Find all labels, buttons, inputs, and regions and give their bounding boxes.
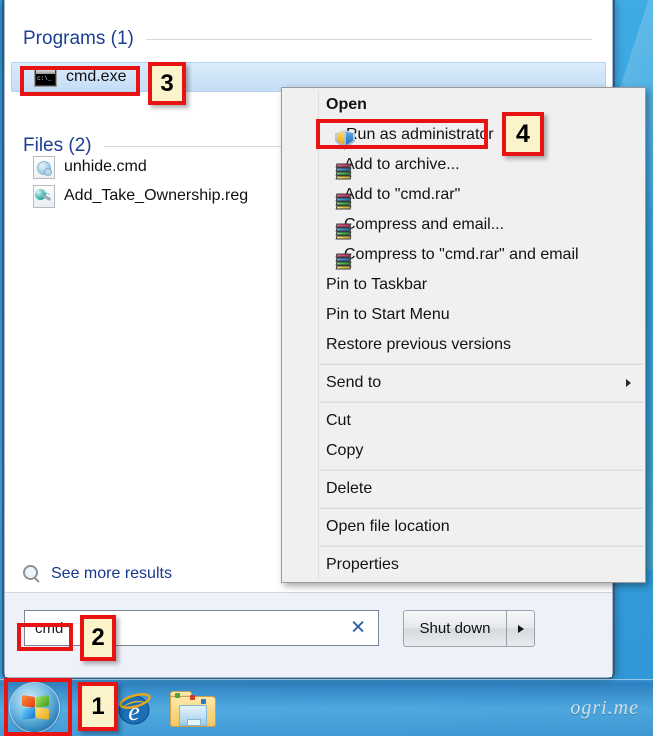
shutdown-button[interactable]: Shut down <box>403 610 507 647</box>
shutdown-button-group: Shut down <box>403 610 535 647</box>
step-callout-2: 2 <box>80 615 116 661</box>
context-menu-item-label: Add to archive... <box>344 156 460 173</box>
magnifier-icon <box>23 565 41 583</box>
context-menu-item-properties[interactable]: Properties <box>282 550 645 580</box>
context-menu-item-pin-to-start-menu[interactable]: Pin to Start Menu <box>282 300 645 330</box>
context-menu-item-open[interactable]: Open <box>282 90 645 120</box>
context-menu-item-compress-and-email[interactable]: Compress and email... <box>282 210 645 240</box>
context-menu-item-label: Open file location <box>326 518 450 535</box>
folder-dot <box>190 695 195 700</box>
context-menu-item-cut[interactable]: Cut <box>282 406 645 436</box>
folder-dot <box>201 699 206 704</box>
winrar-icon <box>335 253 353 270</box>
context-menu: Open Run as administrator Add to archive..… <box>281 87 646 583</box>
context-menu-item-label: Copy <box>326 442 364 459</box>
context-menu-items: Open Run as administrator Add to archive..… <box>282 90 645 580</box>
context-menu-item-add-to-archive[interactable]: Add to archive... <box>282 150 645 180</box>
uac-shield-icon <box>335 130 355 150</box>
windows-orb-icon-part <box>22 707 35 720</box>
context-menu-item-add-to-cmd-rar[interactable]: Add to "cmd.rar" <box>282 180 645 210</box>
context-menu-item-send-to[interactable]: Send to <box>282 368 645 398</box>
close-icon[interactable]: ✕ <box>350 619 366 638</box>
section-divider <box>145 38 592 40</box>
context-menu-item-label: Pin to Start Menu <box>326 306 450 323</box>
shutdown-options-button[interactable] <box>507 610 535 647</box>
windows-explorer-icon[interactable] <box>170 691 216 727</box>
command-prompt-icon <box>34 67 57 87</box>
context-menu-item-open-file-location[interactable]: Open file location <box>282 512 645 542</box>
context-menu-item-pin-to-taskbar[interactable]: Pin to Taskbar <box>282 270 645 300</box>
context-menu-item-label: Compress to "cmd.rar" and email <box>344 246 579 263</box>
script-file-icon <box>33 155 55 179</box>
context-menu-item-label: Properties <box>326 556 399 573</box>
internet-explorer-icon[interactable]: e <box>115 689 153 727</box>
context-menu-item-label: Open <box>326 96 367 113</box>
context-menu-separator <box>318 507 643 509</box>
context-menu-separator <box>318 401 643 403</box>
search-input-value: cmd <box>35 619 64 637</box>
context-menu-separator <box>318 469 643 471</box>
start-button[interactable] <box>10 683 59 732</box>
result-label: cmd.exe <box>66 68 127 85</box>
context-menu-item-label: Cut <box>326 412 351 429</box>
context-menu-item-run-as-administrator[interactable]: Run as administrator <box>282 120 645 150</box>
context-menu-item-label: Restore previous versions <box>326 336 511 353</box>
context-menu-item-restore-previous-versions[interactable]: Restore previous versions <box>282 330 645 360</box>
result-label: unhide.cmd <box>64 158 147 175</box>
search-input[interactable]: cmd ✕ <box>24 610 379 646</box>
see-more-results-link[interactable]: See more results <box>23 565 172 583</box>
windows-orb-icon-part <box>36 707 49 720</box>
context-menu-separator <box>318 545 643 547</box>
winrar-icon <box>335 193 353 210</box>
step-callout-4: 4 <box>502 112 544 156</box>
svg-text:e: e <box>128 697 140 726</box>
context-menu-item-label: Compress and email... <box>344 216 505 233</box>
windows-orb-icon-part <box>36 695 49 708</box>
context-menu-item-delete[interactable]: Delete <box>282 474 645 504</box>
winrar-icon <box>335 163 353 180</box>
see-more-results-label: See more results <box>51 565 172 582</box>
step-callout-1: 1 <box>78 682 118 731</box>
screen: Programs (1) cmd.exe Files (2) unhide.cm… <box>0 0 653 736</box>
registry-file-icon <box>33 184 55 208</box>
context-menu-item-label: Pin to Taskbar <box>326 276 428 293</box>
folder-dot <box>175 693 180 698</box>
section-label-programs: Programs (1) <box>23 28 134 49</box>
result-label: Add_Take_Ownership.reg <box>64 187 249 204</box>
watermark: ogri.me <box>570 697 639 719</box>
context-menu-item-label: Run as administrator <box>346 126 494 143</box>
context-menu-item-compress-to-cmd-rar-and-email[interactable]: Compress to "cmd.rar" and email <box>282 240 645 270</box>
context-menu-item-label: Delete <box>326 480 373 497</box>
context-menu-separator <box>318 363 643 365</box>
context-menu-item-label: Send to <box>326 374 382 391</box>
submenu-arrow-icon <box>626 379 631 387</box>
step-callout-3: 3 <box>148 62 186 105</box>
winrar-icon <box>335 223 353 240</box>
windows-orb-icon <box>22 695 35 708</box>
context-menu-item-copy[interactable]: Copy <box>282 436 645 466</box>
folder-window <box>179 705 207 726</box>
triangle-right-icon <box>517 624 524 633</box>
section-header-programs: Programs (1) <box>23 28 592 50</box>
context-menu-item-label: Add to "cmd.rar" <box>344 186 461 203</box>
